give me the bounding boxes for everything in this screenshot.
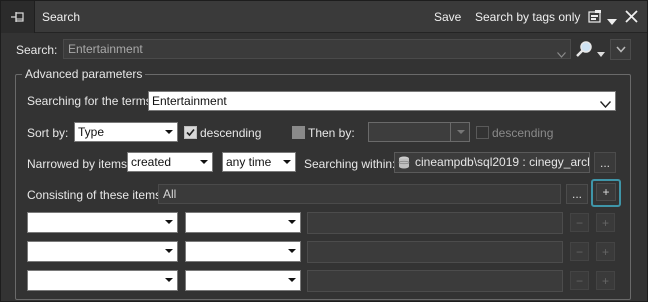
criteria-row-1-add-button[interactable]: +	[596, 213, 615, 232]
dropdown-arrow-icon	[196, 153, 212, 171]
sort-by-select[interactable]: Type	[74, 122, 178, 142]
close-icon[interactable]	[625, 10, 638, 26]
criteria-row-1-operator-select[interactable]	[185, 212, 301, 233]
terms-input[interactable]: Entertainment	[148, 91, 616, 111]
terms-label: Searching for the terms:	[27, 94, 156, 108]
narrowed-label: Narrowed by items:	[27, 157, 131, 171]
consisting-field[interactable]: All	[158, 184, 561, 204]
dropdown-arrow-icon	[161, 271, 177, 289]
criteria-row-2-field-select[interactable]	[27, 241, 178, 262]
chevron-down-icon	[615, 46, 626, 53]
descending-checkbox[interactable]	[184, 126, 197, 139]
add-criteria-button[interactable]: +	[596, 183, 616, 201]
time-select[interactable]: any time	[222, 152, 296, 172]
criteria-row-2-remove-button[interactable]: −	[570, 242, 589, 261]
search-icon[interactable]	[575, 40, 595, 61]
terms-input-value: Entertainment	[152, 94, 227, 108]
dropdown-arrow-icon	[284, 213, 300, 231]
criteria-row-2-operator-select[interactable]	[185, 241, 301, 262]
sort-by-label: Sort by:	[27, 126, 69, 140]
consisting-browse-button[interactable]: ...	[566, 184, 588, 204]
then-descending-checkbox[interactable]	[476, 126, 489, 139]
save-button[interactable]: Save	[434, 10, 461, 24]
database-icon	[398, 156, 410, 172]
narrowed-select[interactable]: created	[127, 152, 213, 172]
within-value: cineampdb\sql2019 : cinegy_archive	[415, 155, 590, 169]
then-by-select[interactable]	[368, 122, 470, 142]
options-icon[interactable]	[587, 9, 603, 28]
within-label: Searching within:	[304, 157, 396, 171]
dropdown-arrow-icon	[161, 213, 177, 231]
title-bar: Search Save Search by tags only	[1, 1, 647, 33]
search-by-tags-button[interactable]: Search by tags only	[475, 10, 580, 24]
dropdown-arrow-icon	[284, 271, 300, 289]
criteria-row-2-add-button[interactable]: +	[596, 242, 615, 261]
dropdown-arrow-icon	[284, 242, 300, 260]
chevron-down-icon[interactable]	[557, 47, 566, 58]
collapse-advanced-button[interactable]	[610, 39, 631, 60]
pin-icon[interactable]	[1, 1, 35, 33]
then-by-checkbox[interactable]	[292, 126, 305, 139]
chevron-down-icon[interactable]	[599, 97, 612, 110]
dropdown-arrow-icon	[161, 242, 177, 260]
criteria-row-2-value[interactable]	[307, 241, 563, 263]
search-window: Search Save Search by tags only Search: …	[0, 0, 648, 302]
search-input-value: Entertainment	[68, 42, 143, 56]
within-browse-button[interactable]: ...	[594, 152, 616, 173]
dropdown-arrow-icon	[453, 123, 469, 141]
criteria-row-3-value[interactable]	[307, 270, 563, 292]
consisting-value: All	[163, 187, 177, 201]
check-icon	[186, 128, 195, 137]
dropdown-arrow-icon	[161, 123, 177, 141]
criteria-row-1-remove-button[interactable]: −	[570, 213, 589, 232]
consisting-label: Consisting of these items:	[27, 188, 165, 202]
then-by-label: Then by:	[308, 126, 355, 140]
within-field[interactable]: cineampdb\sql2019 : cinegy_archive	[394, 152, 590, 173]
criteria-row-3-add-button[interactable]: +	[596, 271, 615, 290]
criteria-row-1-value[interactable]	[307, 212, 563, 234]
search-options-arrow-icon[interactable]	[597, 46, 605, 60]
window-title: Search	[42, 10, 81, 24]
dropdown-arrow-icon	[279, 153, 295, 171]
criteria-row-3-operator-select[interactable]	[185, 270, 301, 291]
dropdown-arrow-icon[interactable]	[607, 14, 617, 28]
search-input[interactable]: Entertainment	[63, 39, 571, 59]
then-descending-label: descending	[492, 126, 554, 140]
sort-by-value: Type	[78, 125, 105, 139]
descending-label: descending	[200, 126, 262, 140]
criteria-row-3-remove-button[interactable]: −	[570, 271, 589, 290]
narrowed-value: created	[131, 155, 172, 169]
time-value: any time	[226, 155, 272, 169]
criteria-row-1-field-select[interactable]	[27, 212, 178, 233]
criteria-row-3-field-select[interactable]	[27, 270, 178, 291]
search-label: Search:	[16, 43, 58, 57]
advanced-parameters-title: Advanced parameters	[22, 67, 146, 81]
